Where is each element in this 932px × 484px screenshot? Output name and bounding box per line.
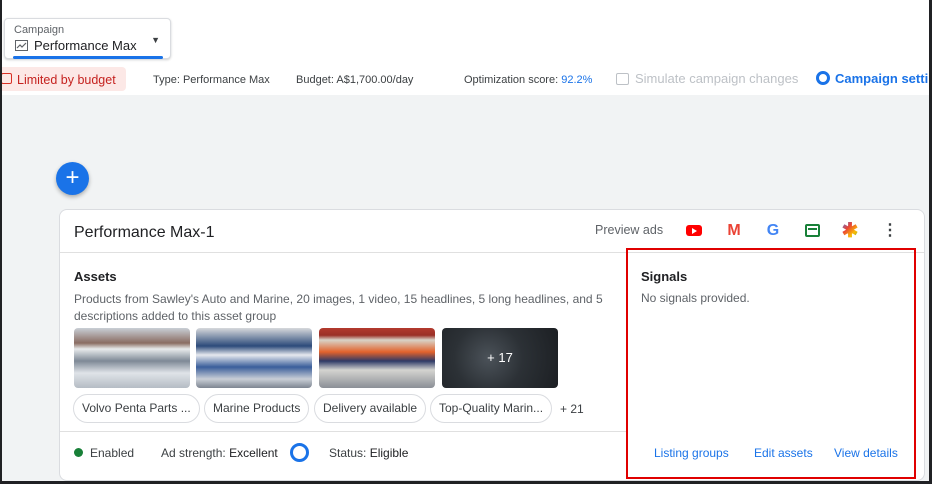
campaign-budget: Budget: A$1,700.00/day	[296, 74, 414, 86]
ad-strength: Ad strength: Excellent	[161, 446, 278, 460]
more-chips-count[interactable]: + 21	[560, 402, 584, 416]
chevron-down-icon: ▼	[151, 35, 160, 45]
asset-image-thumbnail[interactable]	[196, 328, 312, 388]
ad-strength-value: Excellent	[229, 446, 278, 460]
status-value: Eligible	[369, 446, 409, 460]
footer-divider	[60, 431, 626, 432]
simulate-label: Simulate campaign changes	[635, 71, 799, 86]
youtube-icon[interactable]	[684, 221, 704, 241]
frame-border-left	[0, 0, 2, 484]
limited-label: Limited by budget	[17, 73, 116, 87]
ad-strength-ring-icon	[290, 443, 309, 462]
simulate-icon	[616, 73, 629, 85]
eligibility-status: Status: Eligible	[329, 446, 408, 460]
preview-ads-label: Preview ads	[595, 223, 664, 237]
gmail-icon[interactable]: M	[724, 221, 744, 241]
asset-chip[interactable]: Marine Products	[204, 394, 310, 423]
trend-chart-icon	[15, 40, 28, 51]
limited-by-budget-badge[interactable]: Limited by budget	[0, 67, 126, 91]
asset-group-title: Performance Max-1	[74, 224, 215, 241]
ad-strength-label: Ad strength:	[161, 446, 226, 460]
select-underline	[13, 56, 163, 59]
assets-heading: Assets	[74, 269, 117, 284]
campaign-status-bar: Limited by budget Type: Performance Max …	[0, 66, 932, 94]
simulate-changes-button[interactable]: Simulate campaign changes	[616, 71, 798, 86]
campaign-type: Type: Performance Max	[153, 74, 270, 86]
campaign-select[interactable]: Campaign Performance Max ▼	[4, 18, 171, 59]
asset-chip[interactable]: Top-Quality Marin...	[430, 394, 553, 423]
google-icon[interactable]: G	[763, 221, 783, 241]
assets-description: Products from Sawley's Auto and Marine, …	[74, 292, 603, 323]
optimization-score[interactable]: Optimization score: 92.2%	[464, 74, 592, 86]
more-images-thumbnail[interactable]: + 17	[442, 328, 558, 388]
display-icon[interactable]	[802, 221, 822, 241]
enabled-dot-icon	[74, 448, 83, 457]
more-vert-icon[interactable]: ⋮	[880, 221, 900, 241]
optimization-label: Optimization score:	[464, 74, 562, 86]
asset-chip[interactable]: Volvo Penta Parts ...	[73, 394, 200, 423]
campaign-select-value: Performance Max	[34, 38, 137, 53]
status-label: Status:	[329, 446, 367, 460]
add-asset-group-button[interactable]: +	[56, 162, 89, 195]
gear-icon	[816, 71, 830, 85]
asset-image-thumbnail[interactable]	[319, 328, 435, 388]
discover-icon[interactable]: ✱	[840, 221, 860, 241]
warning-checkbox-icon	[1, 73, 12, 84]
signals-highlight-box	[626, 248, 916, 479]
asset-image-thumbnail[interactable]	[74, 328, 190, 388]
asset-chip[interactable]: Delivery available	[314, 394, 427, 423]
optimization-value: 92.2%	[561, 74, 593, 86]
settings-label: Campaign setting	[835, 71, 932, 86]
campaign-select-label: Campaign	[14, 24, 65, 36]
enabled-status[interactable]: Enabled	[74, 446, 134, 460]
campaign-settings-button[interactable]: Campaign setting	[816, 71, 932, 86]
enabled-label: Enabled	[90, 446, 135, 460]
